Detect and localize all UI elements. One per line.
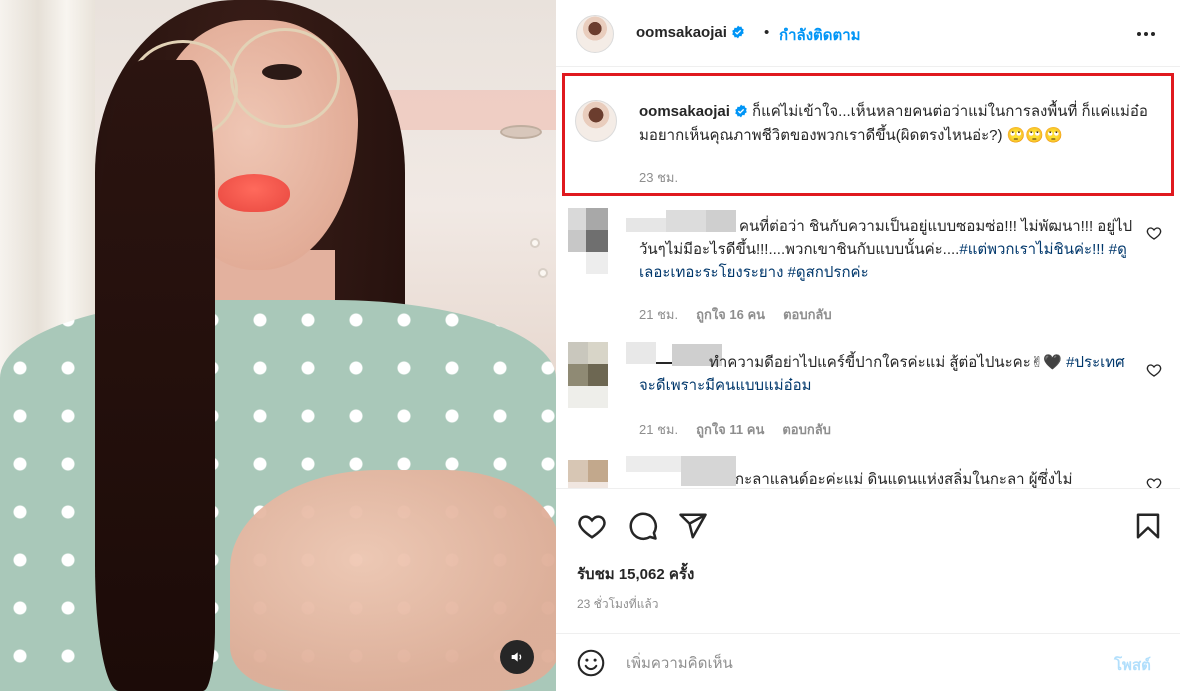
comment-avatar-blurred[interactable] [568, 342, 608, 408]
emoji-icon[interactable] [577, 649, 605, 677]
following-button[interactable]: กำลังติดตาม [779, 23, 861, 47]
comment-time[interactable]: 21 ชม. [639, 419, 678, 440]
downlight [530, 238, 540, 248]
post-actions-bar [556, 488, 1180, 550]
person-hair-front [95, 60, 215, 691]
heart-icon[interactable] [577, 511, 607, 541]
comment-text: คนที่ต่อว่า ชินกับความเป็นอยู่แบบซอมซ่อ!… [639, 215, 1134, 284]
sound-toggle-button[interactable] [500, 640, 534, 674]
post-media-video[interactable] [0, 0, 556, 691]
comment-time[interactable]: 21 ชม. [639, 304, 678, 325]
comment-meta: 21 ชม. ถูกใจ 11 คน ตอบกลับ [639, 419, 831, 440]
bookmark-icon[interactable] [1133, 511, 1163, 541]
comment-meta: 21 ชม. ถูกใจ 16 คน ตอบกลับ [639, 304, 832, 325]
view-count[interactable]: รับชม 15,062 ครั้ง [577, 562, 694, 586]
heart-icon[interactable] [1146, 476, 1162, 488]
heart-icon[interactable] [1146, 362, 1162, 378]
comment-body: ทำความดีอย่าไปแคร์ขี้ปากใครค่ะแม่ สู้ต่อ… [709, 354, 1062, 371]
post-details-panel: oomsakaojai • กำลังติดตาม oomsakaojai ก็… [556, 0, 1180, 691]
comment-likes[interactable]: ถูกใจ 11 คน [696, 419, 764, 440]
caption-username[interactable]: oomsakaojai [639, 103, 730, 120]
comment-input[interactable] [626, 650, 1086, 676]
post-timestamp[interactable]: 23 ชั่วโมงที่แล้ว [577, 595, 659, 614]
person-lips [218, 174, 290, 212]
reply-button[interactable]: ตอบกลับ [783, 304, 832, 325]
verified-badge-icon [732, 25, 744, 39]
post-comment-button[interactable]: โพสต์ [1114, 653, 1151, 677]
caption-timestamp[interactable]: 23 ชม. [639, 167, 678, 188]
heart-icon[interactable] [1146, 225, 1162, 241]
add-comment-bar: โพสต์ [556, 633, 1180, 691]
post-caption: oomsakaojai ก็แค่ไม่เข้าใจ...เห็นหลายคนต… [639, 100, 1157, 148]
header-username[interactable]: oomsakaojai [636, 24, 745, 41]
verified-badge-icon [735, 104, 747, 118]
header-username-text[interactable]: oomsakaojai [636, 24, 727, 41]
avatar[interactable] [576, 15, 614, 53]
more-options-icon[interactable] [1132, 22, 1160, 46]
comment-likes[interactable]: ถูกใจ 16 คน [696, 304, 765, 325]
paper-plane-icon[interactable] [678, 511, 708, 541]
comment-text: ทำความดีอย่าไปแคร์ขี้ปากใครค่ะแม่ สู้ต่อ… [639, 351, 1134, 397]
reply-button[interactable]: ตอบกลับ [782, 419, 831, 440]
person-eye [262, 64, 302, 80]
comment-avatar-blurred[interactable] [568, 208, 608, 274]
caption-avatar[interactable] [575, 100, 617, 142]
comments-list[interactable]: คนที่ต่อว่า ชินกับความเป็นอยู่แบบซอมซ่อ!… [556, 198, 1180, 488]
header-separator: • [764, 24, 770, 41]
comment-icon[interactable] [628, 511, 658, 541]
comment-text: กะลาแลนด์อะค่ะแม่ ดินแดนแห่งสลิ่มในกะลา … [639, 468, 1134, 488]
downlight [538, 268, 548, 278]
ceiling-lamp [500, 125, 542, 139]
comment-body: กะลาแลนด์อะค่ะแม่ ดินแดนแห่งสลิ่มในกะลา … [735, 471, 1073, 488]
post-header: oomsakaojai • กำลังติดตาม [556, 0, 1180, 67]
comment-avatar-blurred[interactable] [568, 460, 608, 488]
speaker-icon [511, 652, 522, 662]
